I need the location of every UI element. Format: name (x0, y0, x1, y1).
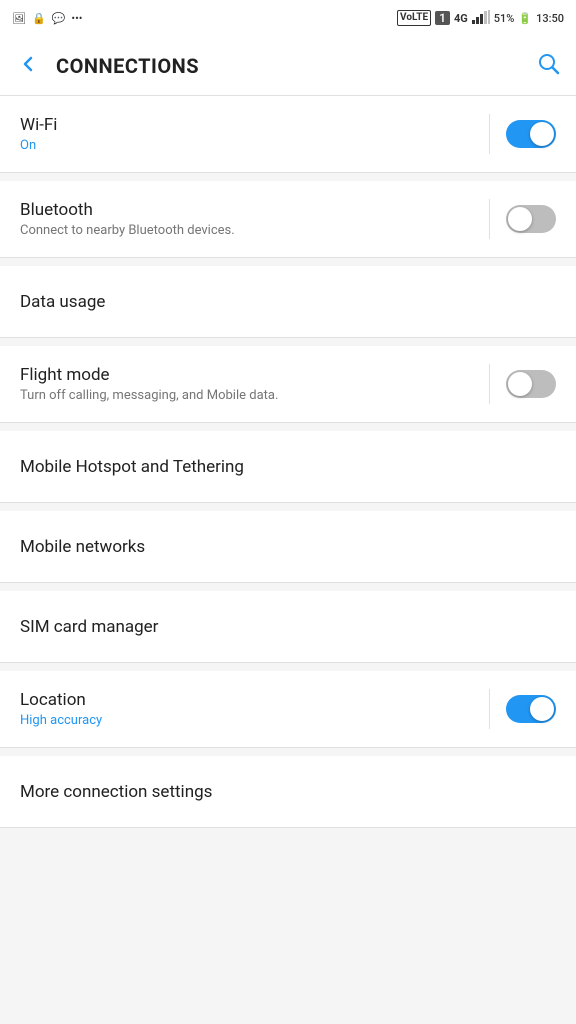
section-gap (0, 423, 576, 431)
volte-indicator: VoLTE (397, 10, 431, 26)
item-title-sim-card: SIM card manager (20, 617, 556, 637)
item-content-more-connection: More connection settings (20, 782, 556, 802)
item-content-bluetooth: Bluetooth Connect to nearby Bluetooth dev… (20, 200, 489, 238)
toggle-area-bluetooth (489, 199, 556, 239)
toggle-divider-location (489, 689, 490, 729)
item-content-data-usage: Data usage (20, 292, 556, 312)
item-content-wifi: Wi-Fi On (20, 115, 489, 153)
toggle-knob-bluetooth (508, 207, 532, 231)
status-bar: 🖼 🔒 💬 ••• VoLTE 1 4G 51% 🔋 13:50 (0, 0, 576, 36)
toggle-bluetooth[interactable] (506, 205, 556, 233)
lock-icon: 🔒 (32, 12, 46, 25)
settings-item-location[interactable]: Location High accuracy (0, 671, 576, 748)
clock: 13:50 (536, 12, 564, 25)
section-gap (0, 258, 576, 266)
toggle-knob-location (530, 697, 554, 721)
item-title-flight-mode: Flight mode (20, 365, 489, 385)
gallery-icon: 🖼 (12, 12, 26, 25)
item-title-location: Location (20, 690, 489, 710)
section-gap (0, 748, 576, 756)
signal-bars-icon (472, 10, 490, 27)
page-title: CONNECTIONS (56, 54, 536, 78)
item-title-wifi: Wi-Fi (20, 115, 489, 135)
settings-list: Wi-Fi On Bluetooth Connect to nearby Blueto… (0, 96, 576, 828)
item-subtitle-wifi: On (20, 138, 489, 153)
item-title-data-usage: Data usage (20, 292, 556, 312)
sim-indicator: 1 (435, 11, 450, 25)
settings-item-bluetooth[interactable]: Bluetooth Connect to nearby Bluetooth dev… (0, 181, 576, 258)
battery-icon: 🔋 (518, 12, 532, 25)
section-gap (0, 663, 576, 671)
item-content-sim-card: SIM card manager (20, 617, 556, 637)
item-content-location: Location High accuracy (20, 690, 489, 728)
item-title-mobile-networks: Mobile networks (20, 537, 556, 557)
settings-item-mobile-hotspot[interactable]: Mobile Hotspot and Tethering (0, 431, 576, 503)
item-title-bluetooth: Bluetooth (20, 200, 489, 220)
status-bar-left: 🖼 🔒 💬 ••• (12, 12, 83, 25)
toggle-divider-bluetooth (489, 199, 490, 239)
settings-item-mobile-networks[interactable]: Mobile networks (0, 511, 576, 583)
item-subtitle-flight-mode: Turn off calling, messaging, and Mobile … (20, 388, 489, 403)
status-bar-right: VoLTE 1 4G 51% 🔋 13:50 (397, 10, 564, 27)
battery-percent: 51% (494, 12, 515, 25)
toggle-wifi[interactable] (506, 120, 556, 148)
toggle-knob-wifi (530, 122, 554, 146)
4g-icon: 4G (454, 12, 468, 25)
section-gap (0, 503, 576, 511)
item-title-mobile-hotspot: Mobile Hotspot and Tethering (20, 457, 556, 477)
toggle-area-flight-mode (489, 364, 556, 404)
settings-item-flight-mode[interactable]: Flight mode Turn off calling, messaging, … (0, 346, 576, 423)
item-content-flight-mode: Flight mode Turn off calling, messaging, … (20, 365, 489, 403)
toggle-knob-flight-mode (508, 372, 532, 396)
search-button[interactable] (536, 51, 560, 81)
settings-item-data-usage[interactable]: Data usage (0, 266, 576, 338)
toggle-area-location (489, 689, 556, 729)
section-gap (0, 173, 576, 181)
item-subtitle-location: High accuracy (20, 713, 489, 728)
toggle-divider-wifi (489, 114, 490, 154)
back-button[interactable] (16, 52, 40, 80)
item-content-mobile-hotspot: Mobile Hotspot and Tethering (20, 457, 556, 477)
section-gap (0, 338, 576, 346)
settings-item-sim-card[interactable]: SIM card manager (0, 591, 576, 663)
toggle-area-wifi (489, 114, 556, 154)
more-icon: ••• (71, 12, 82, 25)
toggle-location[interactable] (506, 695, 556, 723)
message-icon: 💬 (52, 12, 66, 25)
settings-item-wifi[interactable]: Wi-Fi On (0, 96, 576, 173)
item-content-mobile-networks: Mobile networks (20, 537, 556, 557)
settings-item-more-connection[interactable]: More connection settings (0, 756, 576, 828)
item-title-more-connection: More connection settings (20, 782, 556, 802)
toggle-divider-flight-mode (489, 364, 490, 404)
toggle-flight-mode[interactable] (506, 370, 556, 398)
item-subtitle-bluetooth: Connect to nearby Bluetooth devices. (20, 223, 489, 238)
section-gap (0, 583, 576, 591)
app-bar: CONNECTIONS (0, 36, 576, 96)
